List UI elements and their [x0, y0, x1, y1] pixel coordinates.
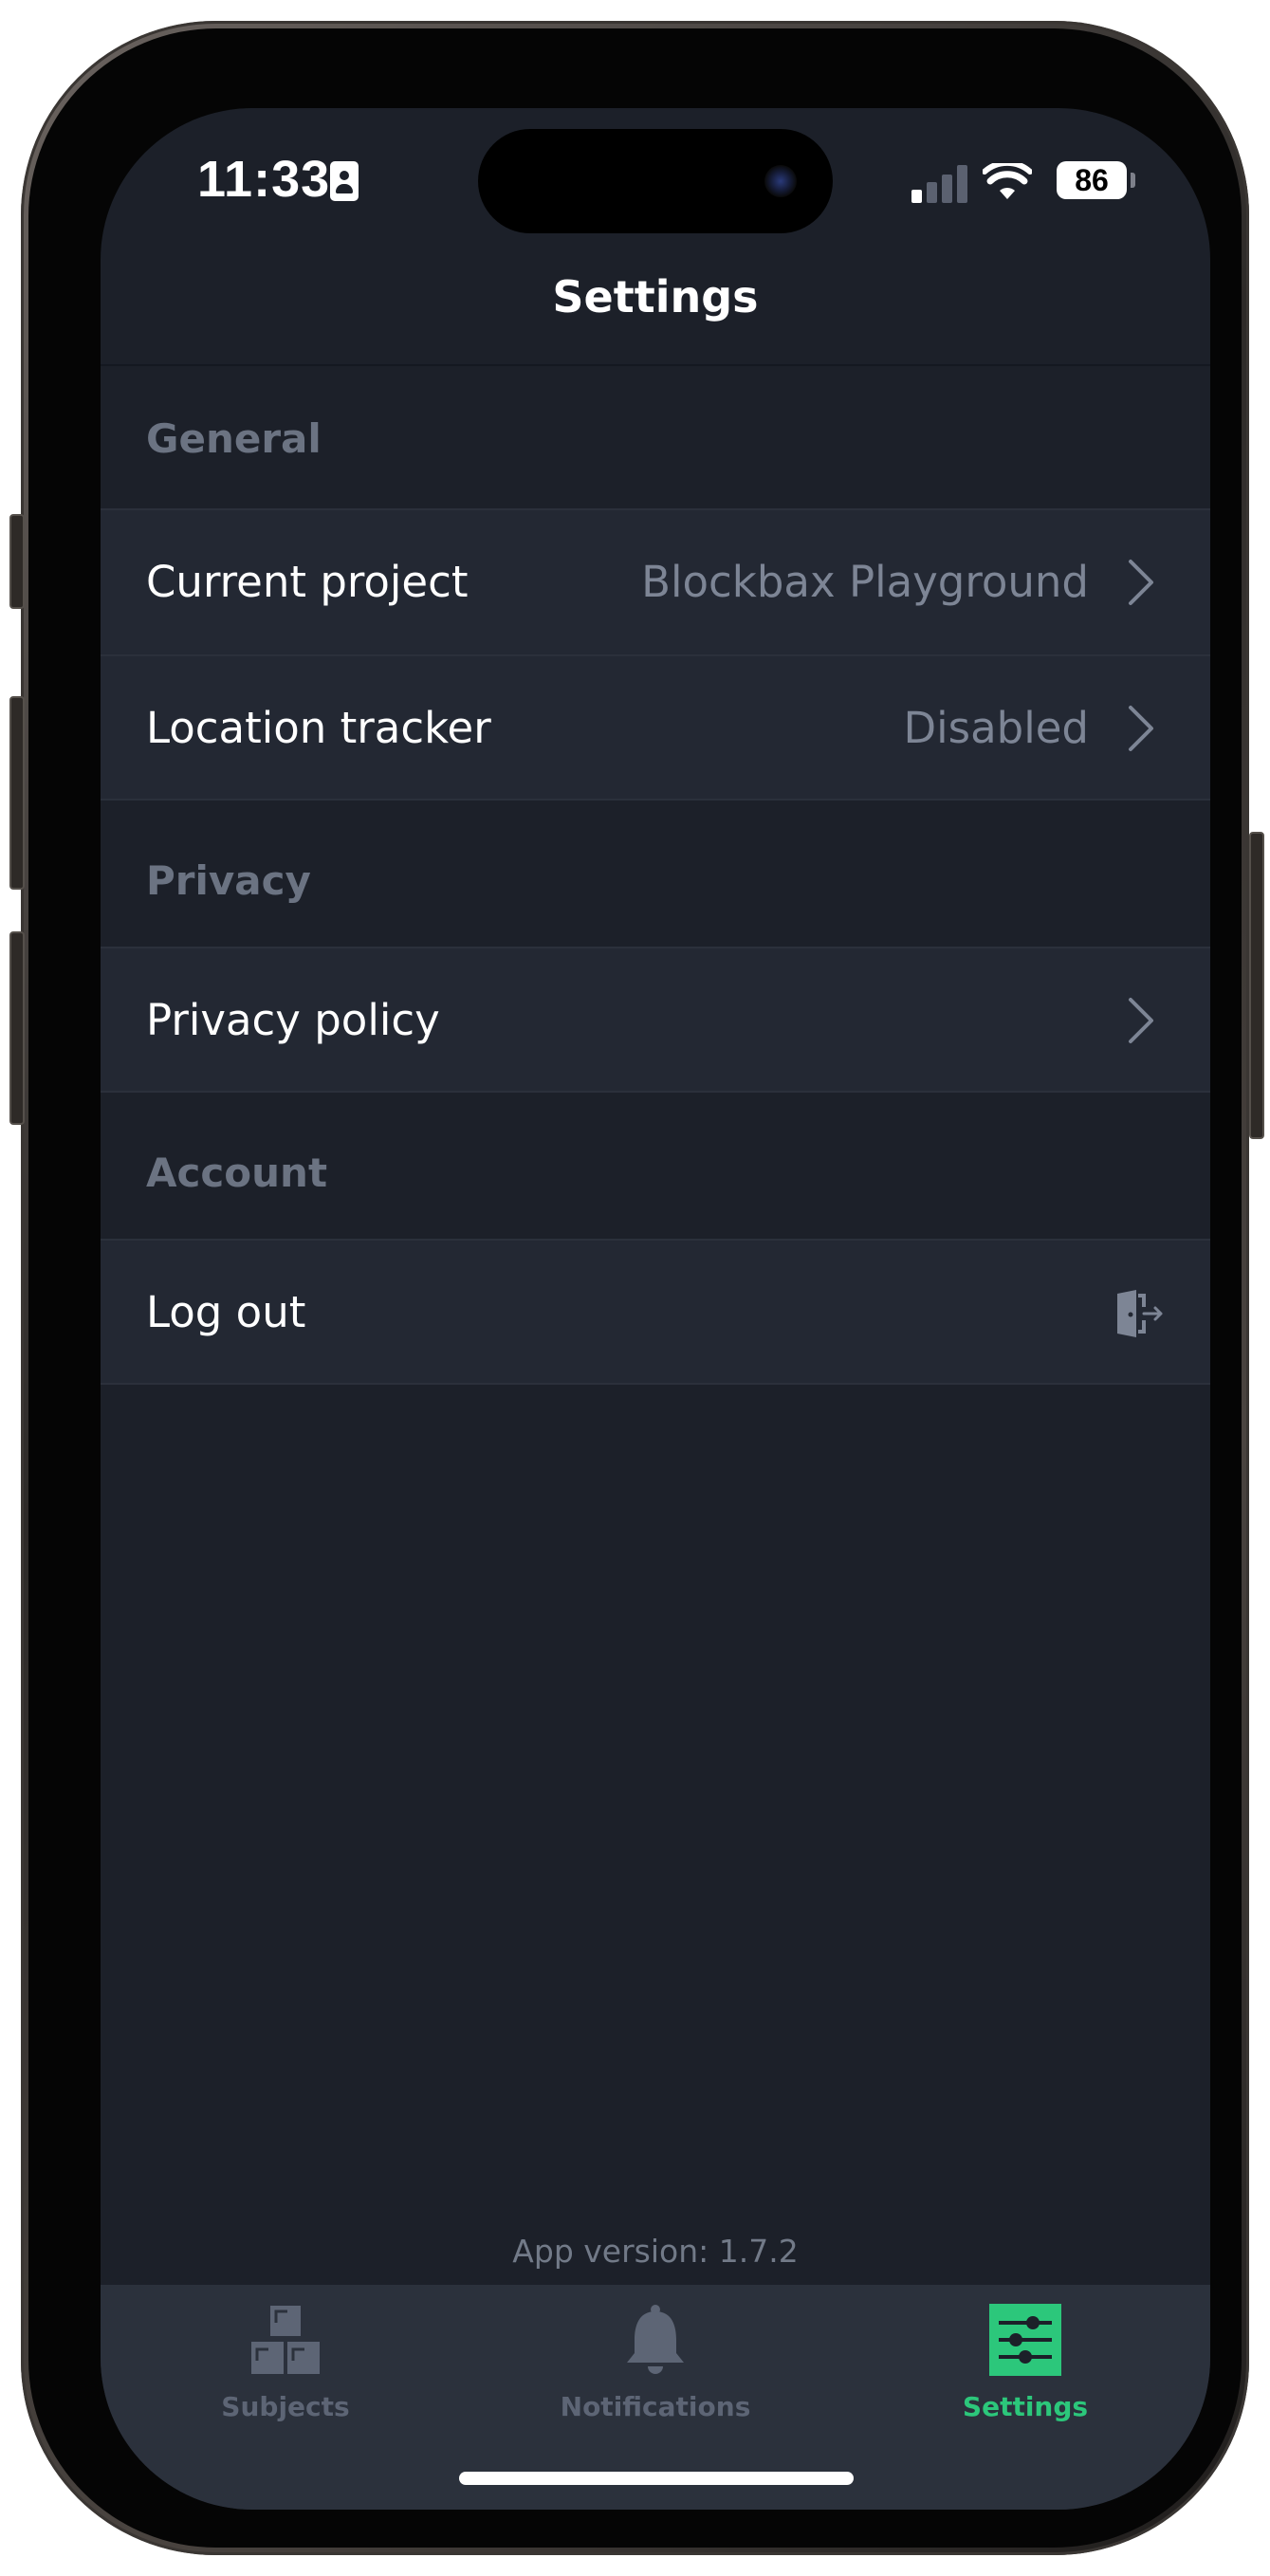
- chevron-right-icon: [1129, 560, 1153, 605]
- current-project-label: Current project: [146, 557, 469, 607]
- wifi-icon: [983, 163, 1032, 199]
- boxes-icon: [251, 2306, 320, 2374]
- power-button: [1249, 832, 1264, 1139]
- tab-subjects[interactable]: Subjects: [101, 2285, 470, 2465]
- volume-up-button: [9, 696, 25, 890]
- tab-notifications[interactable]: Notifications: [470, 2285, 840, 2465]
- app-version: App version: 1.7.2: [512, 2233, 799, 2270]
- home-indicator[interactable]: [459, 2472, 854, 2485]
- location-tracker-label: Location tracker: [146, 703, 491, 753]
- privacy-policy-label: Privacy policy: [146, 995, 440, 1045]
- section-header-general: General: [146, 415, 322, 462]
- page-title: Settings: [552, 271, 759, 322]
- section-header-privacy: Privacy: [146, 857, 311, 904]
- section-header-account: Account: [146, 1150, 328, 1196]
- camera-icon: [764, 165, 797, 197]
- sliders-icon: [989, 2304, 1061, 2376]
- tab-settings-label: Settings: [962, 2391, 1089, 2422]
- location-tracker-value: Disabled: [903, 703, 1090, 753]
- dynamic-island: [478, 129, 833, 233]
- battery-level: 86: [1057, 161, 1127, 199]
- volume-down-button: [9, 931, 25, 1125]
- tab-subjects-label: Subjects: [221, 2391, 350, 2422]
- log-out-row[interactable]: Log out: [101, 1239, 1210, 1385]
- privacy-policy-row[interactable]: Privacy policy: [101, 947, 1210, 1093]
- contact-card-icon: [330, 161, 359, 201]
- log-out-label: Log out: [146, 1287, 306, 1337]
- header-divider: [101, 364, 1210, 366]
- location-tracker-row[interactable]: Location tracker Disabled: [101, 654, 1210, 800]
- logout-icon: [1117, 1290, 1163, 1337]
- tab-settings[interactable]: Settings: [840, 2285, 1210, 2465]
- tab-notifications-label: Notifications: [560, 2391, 751, 2422]
- action-button: [9, 514, 25, 609]
- screen: 11:33 86 Settings General Current projec…: [101, 108, 1210, 2510]
- current-project-row[interactable]: Current project Blockbax Playground: [101, 508, 1210, 654]
- chevron-right-icon: [1129, 998, 1153, 1043]
- status-time: 11:33: [197, 151, 331, 208]
- bell-icon: [627, 2305, 684, 2374]
- cellular-signal-icon: [911, 165, 968, 203]
- current-project-value: Blockbax Playground: [641, 557, 1089, 607]
- chevron-right-icon: [1129, 706, 1153, 751]
- phone-frame: 11:33 86 Settings General Current projec…: [9, 21, 1264, 2555]
- battery-tip: [1131, 173, 1135, 188]
